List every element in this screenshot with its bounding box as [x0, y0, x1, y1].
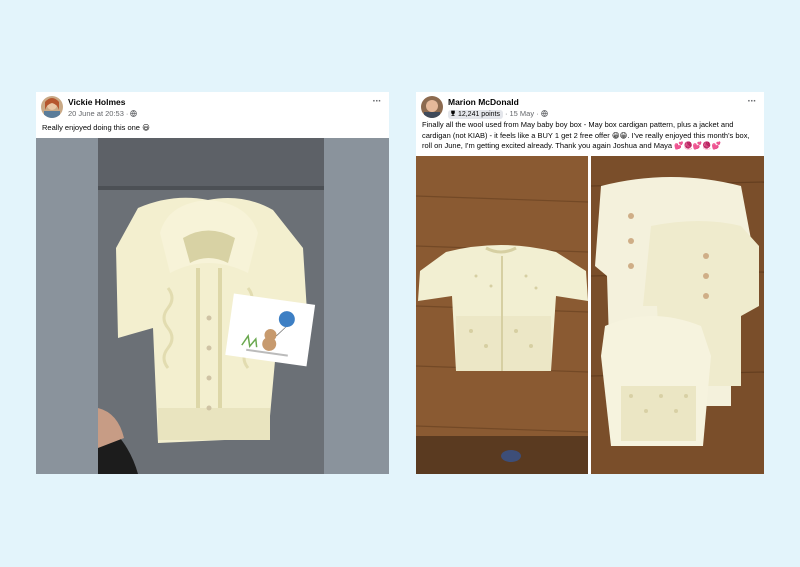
post-text: Really enjoyed doing this one 😃: [42, 123, 150, 132]
author-name[interactable]: Marion McDonald: [448, 97, 519, 107]
post-timestamp[interactable]: 20 June at 20:53: [68, 109, 124, 118]
post-card: Marion McDonald 12,241 points · 15 May · ··…: [416, 92, 764, 474]
more-options-icon[interactable]: ···: [748, 96, 757, 107]
globe-icon: [130, 109, 138, 119]
points-badge-icon: [451, 110, 455, 116]
post-meta: 12,241 points · 15 May ·: [448, 109, 548, 119]
post-photo[interactable]: [98, 138, 324, 474]
post-photo[interactable]: [591, 156, 764, 474]
points-label: 12,241 points: [457, 110, 500, 118]
post-text: Finally all the wool used from May baby …: [422, 120, 750, 150]
points-badge: 12,241 points: [448, 109, 503, 119]
post-card: Vickie Holmes 20 June at 20:53 · ··· Real…: [36, 92, 389, 474]
more-options-icon[interactable]: ···: [373, 96, 382, 107]
author-name[interactable]: Vickie Holmes: [68, 97, 126, 107]
author-avatar[interactable]: [421, 96, 443, 118]
globe-icon: [540, 109, 548, 119]
post-photo[interactable]: [416, 156, 588, 474]
post-timestamp[interactable]: 15 May: [510, 109, 535, 118]
post-photo-container[interactable]: [36, 138, 389, 474]
author-avatar[interactable]: [41, 96, 63, 118]
post-header: Vickie Holmes 20 June at 20:53 · ···: [41, 96, 381, 122]
post-header: Marion McDonald 12,241 points · 15 May · ··…: [421, 96, 756, 122]
post-meta: 20 June at 20:53 ·: [68, 109, 138, 119]
